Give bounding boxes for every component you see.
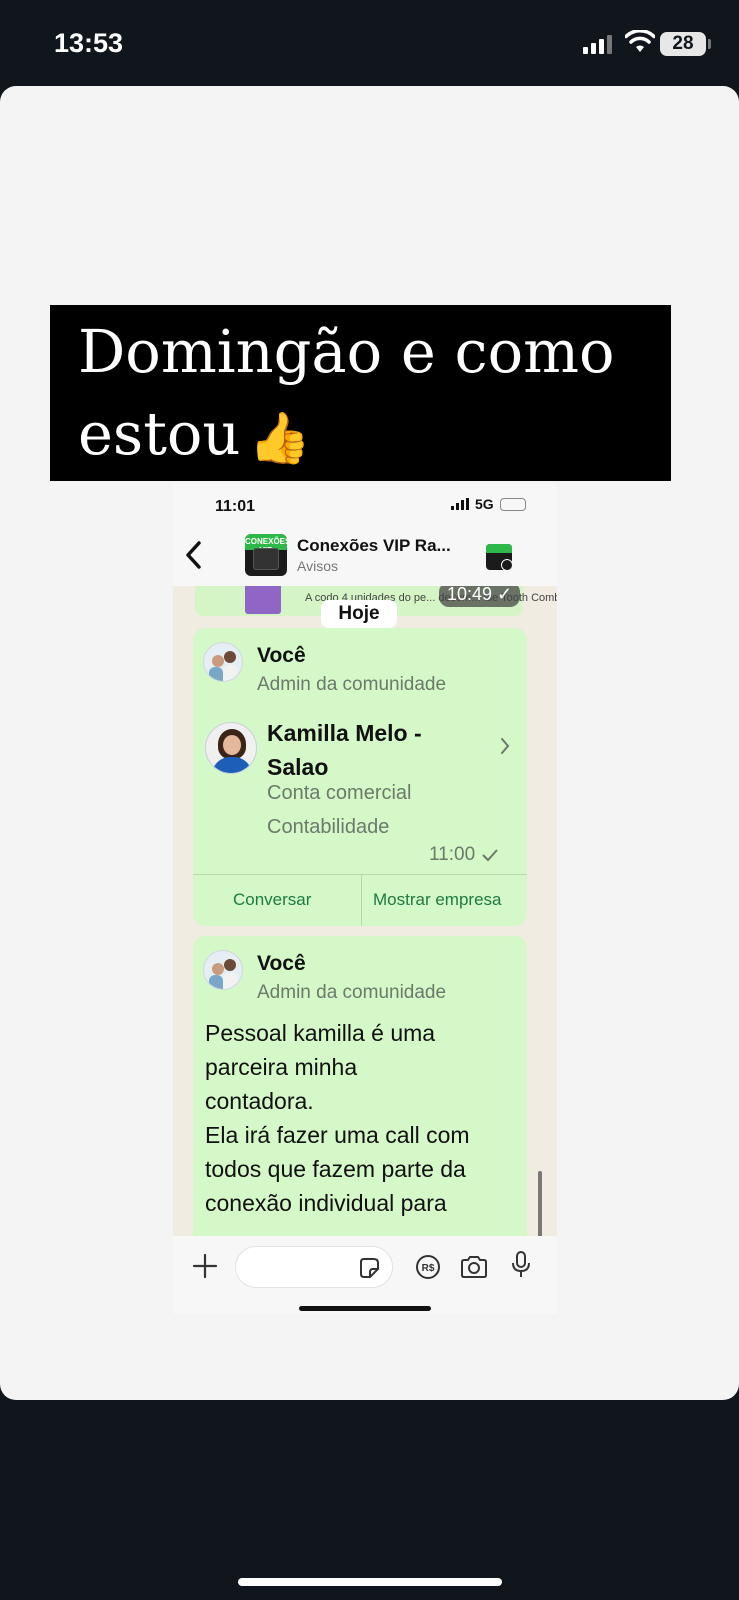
phone-signal-icon: [451, 498, 469, 510]
camera-icon[interactable]: [459, 1254, 489, 1280]
contact-name[interactable]: Kamilla Melo - Salao: [267, 716, 487, 784]
contact-account-type: Conta comercial: [267, 782, 412, 804]
sender-name: Você: [257, 952, 306, 975]
chat-button[interactable]: Conversar: [233, 890, 311, 910]
thumbs-up-emoji: 👍: [248, 409, 311, 468]
sent-check-icon: [482, 849, 498, 862]
sender-avatar: [203, 950, 243, 990]
battery-indicator: 28: [660, 32, 706, 56]
caption-line-2: estou 👍: [78, 393, 651, 479]
community-avatar[interactable]: [486, 544, 512, 570]
phone-home-indicator: [299, 1306, 431, 1311]
payment-icon[interactable]: R$: [415, 1254, 441, 1280]
previous-message-image: [245, 586, 281, 614]
message-time-text: 11:00: [429, 844, 476, 865]
contact-card-message: Você Admin da comunidade Kamilla Melo - …: [193, 628, 527, 926]
story-caption: Domingão e como estou 👍: [50, 305, 671, 481]
sender-role: Admin da comunidade: [257, 982, 447, 1003]
text-message: Você Admin da comunidade Pessoal kamilla…: [193, 936, 527, 1236]
show-business-button[interactable]: Mostrar empresa: [373, 890, 501, 910]
previous-message-time: 10:49 ✓: [439, 586, 521, 607]
phone-battery-icon: [500, 498, 526, 511]
scrollbar-thumb[interactable]: [538, 1171, 542, 1236]
caption-line-2-text: estou: [78, 399, 241, 468]
chevron-right-icon[interactable]: [499, 736, 511, 756]
plus-icon[interactable]: [191, 1252, 219, 1280]
sender-avatar: [203, 642, 243, 682]
status-bar: 13:53 28: [0, 0, 739, 86]
chat-messages[interactable]: A codo 4 unidades do pe... desem... ide …: [173, 586, 557, 1236]
payment-icon-label: R$: [422, 1263, 435, 1274]
phone-time: 11:01: [215, 498, 256, 515]
phone-network: 5G: [475, 496, 494, 512]
group-avatar[interactable]: CONEXÕES VIP: [245, 534, 287, 576]
caption-line-1: Domingão e como: [78, 317, 615, 386]
action-vertical-divider: [361, 874, 362, 926]
sender-name: Você: [257, 644, 306, 667]
wifi-icon: [625, 30, 655, 52]
action-divider: [193, 874, 527, 875]
status-time: 13:53: [54, 28, 124, 58]
phone-status-bar: 11:01 5G: [173, 484, 557, 522]
sender-role: Admin da comunidade: [257, 674, 447, 695]
message-body: Pessoal kamilla é uma parceira minha con…: [205, 1020, 470, 1216]
group-name[interactable]: Conexões VIP Ra...: [297, 536, 451, 556]
contact-avatar[interactable]: [205, 722, 257, 774]
cellular-signal-icon: [583, 35, 612, 54]
embedded-chat-screenshot: 11:01 5G CONEXÕES VIP Conexões VIP Ra...…: [173, 484, 557, 1314]
group-subtitle: Avisos: [297, 558, 338, 574]
microphone-icon[interactable]: [511, 1250, 531, 1280]
message-time: 11:00: [429, 844, 499, 866]
story-card: Domingão e como estou 👍 11:01 5G CONEXÕES…: [0, 86, 739, 1400]
chat-header: CONEXÕES VIP Conexões VIP Ra... Avisos: [173, 522, 557, 586]
home-indicator[interactable]: [238, 1578, 502, 1586]
contact-category: Contabilidade: [267, 816, 390, 838]
day-separator: Hoje: [321, 600, 397, 628]
sticker-icon[interactable]: [357, 1256, 381, 1280]
message-input-bar: R$: [173, 1236, 557, 1314]
battery-nub: [708, 39, 711, 49]
back-chevron-icon[interactable]: [181, 538, 205, 572]
